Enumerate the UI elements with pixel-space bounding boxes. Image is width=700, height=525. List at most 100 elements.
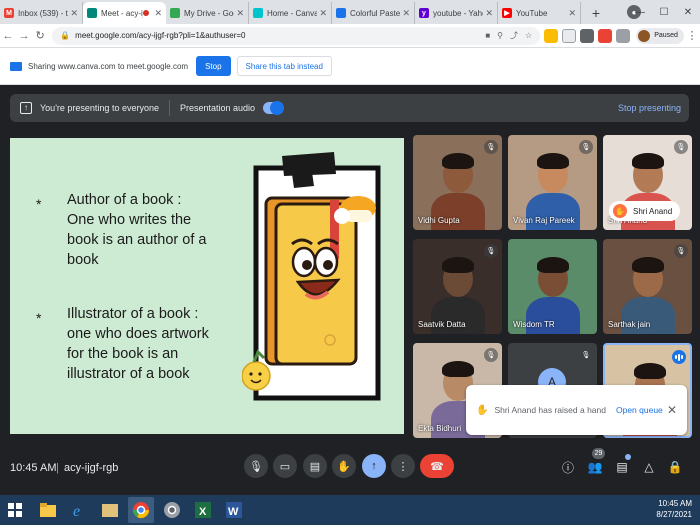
- close-tab-icon[interactable]: ✕: [319, 8, 327, 19]
- captions-icon[interactable]: ▤: [303, 454, 327, 478]
- chrome-icon[interactable]: [128, 497, 154, 523]
- present-now-icon[interactable]: ↑: [362, 454, 386, 478]
- close-tab-icon[interactable]: ✕: [154, 8, 162, 19]
- close-window-icon[interactable]: ✕: [676, 7, 700, 18]
- participant-tile[interactable]: 🎙 Sarthak jain: [603, 239, 692, 334]
- windows-taskbar: e X W 10:45 AM 8/27/2021: [0, 495, 700, 525]
- activities-icon[interactable]: △: [641, 459, 657, 475]
- people-icon[interactable]: 👥: [587, 459, 603, 475]
- extension-icon[interactable]: [598, 28, 613, 43]
- bullet-marker: *: [36, 310, 42, 326]
- browser-tab-strip: MInbox (539) - taran✕Meet - acy-ijg✕My D…: [0, 0, 700, 24]
- extension-icon[interactable]: [544, 28, 559, 43]
- stop-sharing-button[interactable]: Stop: [196, 56, 231, 76]
- camera-icon[interactable]: ▭: [273, 454, 297, 478]
- windows-start-icon[interactable]: [0, 495, 30, 525]
- participant-video: [442, 153, 474, 169]
- svg-text:W: W: [228, 506, 239, 518]
- omnibox[interactable]: 🔒 meet.google.com/acy-ijgf-rgb?pli=1&aut…: [52, 26, 541, 45]
- tab-title: YouTube: [516, 8, 548, 18]
- system-tray-clock[interactable]: 10:45 AM 8/27/2021: [656, 498, 692, 520]
- presentation-audio-toggle[interactable]: [263, 101, 285, 115]
- chat-icon[interactable]: ▤: [614, 459, 630, 475]
- tab-favicon-icon: [87, 8, 97, 18]
- raised-hand-badge: ✋ Shri Anand: [609, 201, 681, 221]
- more-options-icon[interactable]: ⋮: [391, 454, 415, 478]
- divider: [168, 100, 170, 116]
- forward-arrow-icon[interactable]: →: [16, 30, 32, 42]
- close-tab-icon[interactable]: ✕: [485, 8, 493, 19]
- zoom-icon[interactable]: ⚲: [497, 31, 503, 40]
- participant-name: Saatvik Datta: [418, 320, 466, 329]
- word-icon[interactable]: W: [221, 497, 247, 523]
- participant-tile[interactable]: 🎙 Vidhi Gupta: [413, 135, 502, 230]
- tab-title: Meet - acy-ijg: [101, 8, 143, 18]
- close-tab-icon[interactable]: ✕: [568, 8, 576, 19]
- camera-in-use-icon[interactable]: ■: [485, 31, 490, 40]
- participant-video: [442, 361, 474, 377]
- lock-icon[interactable]: 🔒: [60, 31, 70, 40]
- leave-call-icon[interactable]: ☎: [420, 454, 454, 478]
- puzzle-icon[interactable]: [616, 28, 631, 43]
- browser-tab[interactable]: ▶ YouTube ✕: [498, 2, 581, 24]
- slide-line: illustrator of a book: [67, 366, 190, 382]
- participant-tile[interactable]: 🎙 Saatvik Datta: [413, 239, 502, 334]
- extension-icon[interactable]: [580, 28, 595, 43]
- participant-video: [632, 153, 664, 169]
- browser-tab[interactable]: Meet - acy-ijg ✕: [83, 2, 166, 24]
- share-this-tab-button[interactable]: Share this tab instead: [236, 56, 332, 76]
- file-explorer-icon[interactable]: [35, 497, 61, 523]
- browser-tab[interactable]: Colorful Paste ✕: [332, 2, 415, 24]
- profile-paused-chip[interactable]: Paused: [636, 27, 684, 44]
- participant-video: [537, 153, 569, 169]
- sharing-message: Sharing www.canva.com to meet.google.com: [28, 61, 189, 71]
- browser-tab[interactable]: Home - Canva ✕: [249, 2, 332, 24]
- muted-mic-icon: 🎙: [674, 140, 688, 154]
- extension-icon[interactable]: [562, 28, 577, 43]
- url-text[interactable]: meet.google.com/acy-ijgf-rgb?pli=1&authu…: [75, 31, 478, 40]
- participant-tile[interactable]: 🎙 Vivan Raj Pareek: [508, 135, 597, 230]
- svg-text:X: X: [199, 506, 207, 518]
- raise-hand-icon[interactable]: ✋: [332, 454, 356, 478]
- slide-line: book: [67, 252, 99, 268]
- slide-line: One who writes the: [67, 212, 192, 228]
- notification-message: Shri Anand has raised a hand: [494, 405, 606, 415]
- open-queue-button[interactable]: Open queue: [616, 405, 663, 415]
- bookmark-star-icon[interactable]: ☆: [525, 31, 532, 40]
- minimize-icon[interactable]: —: [628, 7, 652, 18]
- slide-line: book is an author of a: [67, 232, 207, 248]
- window-controls: — ☐ ✕: [628, 0, 700, 24]
- internet-explorer-icon[interactable]: e: [66, 497, 92, 523]
- back-arrow-icon[interactable]: ←: [0, 30, 16, 42]
- browser-tab[interactable]: y youtube - Yahoo✕: [415, 2, 498, 24]
- present-screen-icon: ↑: [20, 102, 32, 114]
- taskbar-date: 8/27/2021: [656, 510, 692, 519]
- excel-icon[interactable]: X: [190, 497, 216, 523]
- presenting-bar: ↑ You're presenting to everyone Presenta…: [10, 94, 689, 122]
- meeting-control-bar: 10:45 AM | acy-ijgf-rgb 🎙 ▭ ▤ ✋ ↑ ⋮ ☎ ⓘ …: [0, 442, 700, 494]
- new-tab-icon[interactable]: +: [587, 4, 605, 22]
- host-controls-icon[interactable]: 🔒: [667, 459, 683, 475]
- svg-text:e: e: [73, 503, 80, 519]
- share-icon[interactable]: ⤴: [510, 30, 518, 41]
- close-icon[interactable]: ✕: [667, 403, 677, 417]
- maximize-icon[interactable]: ☐: [652, 7, 676, 18]
- browser-tab[interactable]: M Inbox (539) - taran✕: [0, 2, 83, 24]
- avatar: [638, 29, 651, 42]
- files-icon[interactable]: [97, 497, 123, 523]
- menu-kebab-icon[interactable]: ⋮: [684, 29, 700, 42]
- close-tab-icon[interactable]: ✕: [236, 8, 244, 19]
- participant-name: Wisdom TR: [513, 320, 555, 329]
- stop-presenting-button[interactable]: Stop presenting: [618, 103, 681, 113]
- browser-tab[interactable]: My Drive - Google✕: [166, 2, 249, 24]
- participant-tile[interactable]: Wisdom TR: [508, 239, 597, 334]
- microphone-icon[interactable]: 🎙: [244, 454, 268, 478]
- tab-favicon-icon: [253, 8, 263, 18]
- reload-icon[interactable]: ↻: [32, 29, 48, 42]
- close-tab-icon[interactable]: ✕: [402, 8, 410, 19]
- chrome-profile-icon[interactable]: [159, 497, 185, 523]
- participant-name: Vivan Raj Pareek: [513, 216, 575, 225]
- meeting-details-icon[interactable]: ⓘ: [560, 459, 576, 475]
- bullet-marker: *: [36, 196, 42, 212]
- close-tab-icon[interactable]: ✕: [70, 8, 78, 19]
